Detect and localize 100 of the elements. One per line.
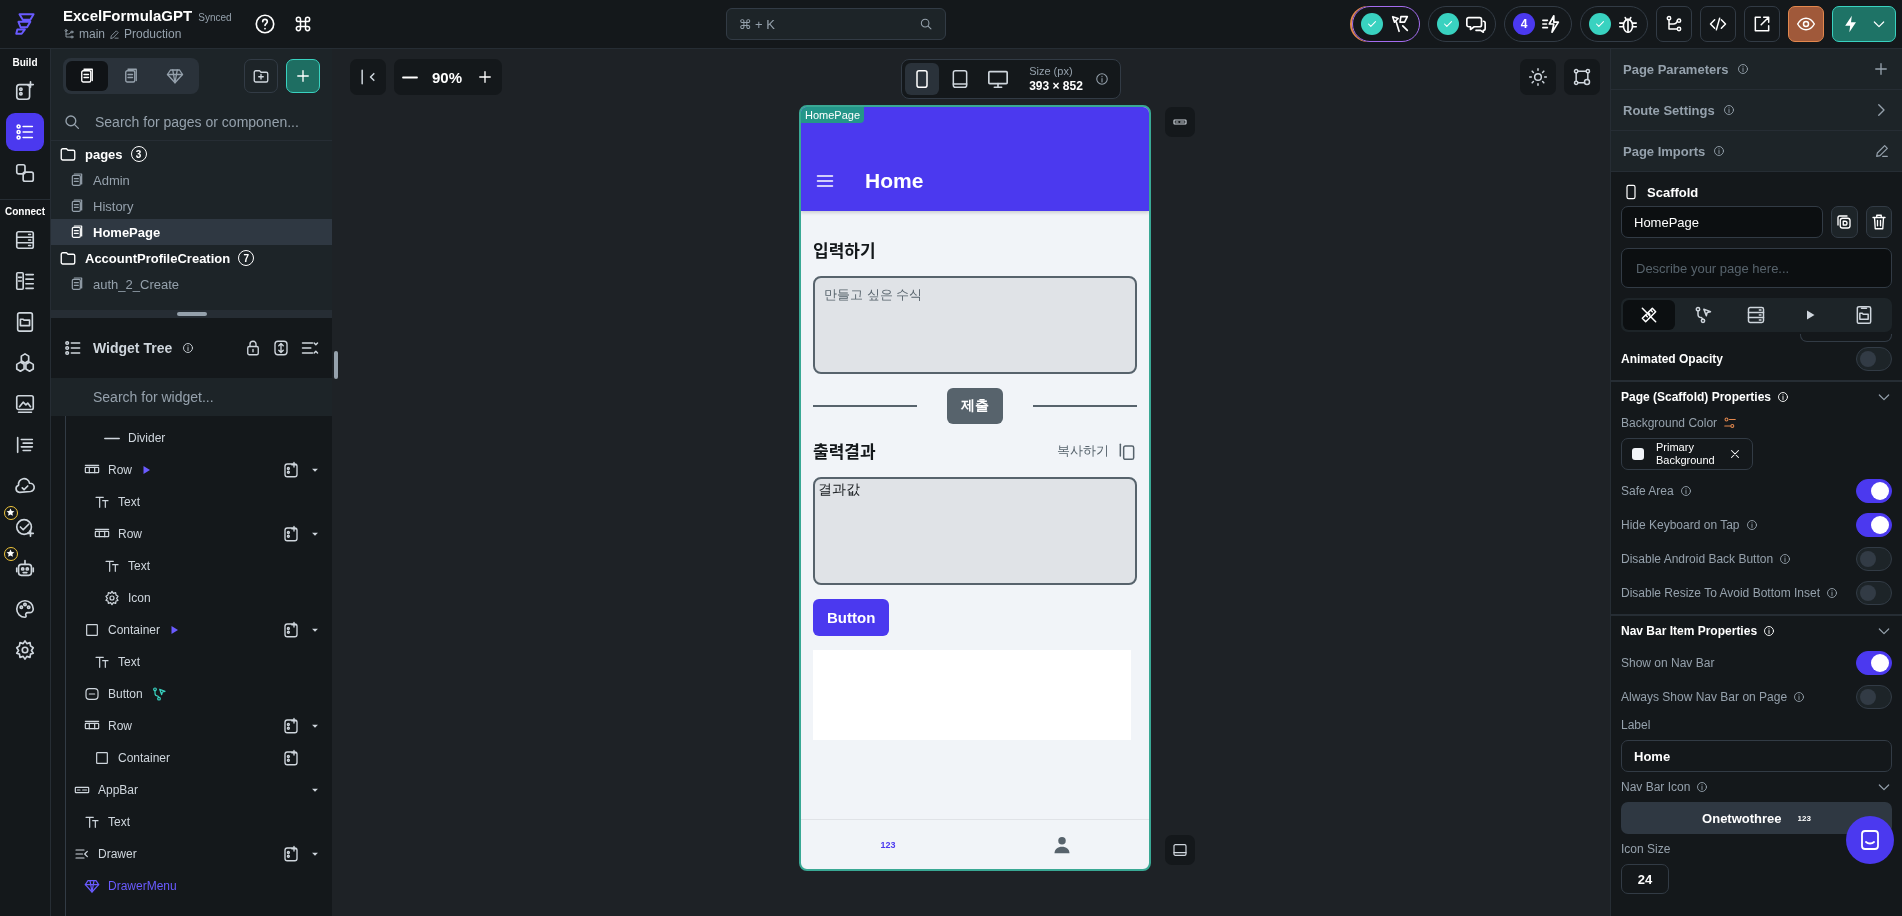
page-item[interactable]: HomePage	[51, 219, 332, 245]
page-tag: HomePage	[801, 107, 865, 123]
tree-item[interactable]: Text	[118, 655, 140, 669]
tree-item[interactable]: Text	[118, 495, 140, 509]
tree-item[interactable]: DrawerMenu	[108, 879, 177, 893]
container-icon	[84, 622, 100, 638]
add-button[interactable]	[286, 59, 320, 93]
text-icon	[94, 654, 110, 670]
description-field[interactable]: Describe your page here...	[1621, 248, 1892, 288]
project-name: ExcelFormulaGPT	[63, 7, 193, 24]
preview-button[interactable]	[1788, 6, 1824, 42]
image-icon	[14, 393, 36, 415]
info-icon	[1713, 145, 1726, 157]
toggle-switch[interactable]	[1856, 479, 1892, 503]
tree-item[interactable]: Text	[108, 815, 130, 829]
tree-item[interactable]: Container	[118, 751, 171, 765]
action-flow-icon	[150, 686, 167, 702]
info-icon	[1722, 104, 1735, 116]
page-item[interactable]: auth_2_Create	[51, 271, 332, 297]
drawer-icon	[74, 846, 90, 862]
plus-icon	[1872, 60, 1890, 78]
tree-item[interactable]: Text	[128, 559, 150, 573]
toggle-switch[interactable]	[1856, 581, 1892, 605]
toggle-switch[interactable]	[1856, 547, 1892, 571]
folder-label[interactable]: pages	[85, 146, 123, 162]
toggle-switch[interactable]	[1856, 651, 1892, 675]
toggle-switch[interactable]	[1856, 347, 1892, 371]
tree-item[interactable]: Button	[108, 687, 143, 701]
section-title[interactable]: Page Imports	[1623, 143, 1706, 159]
gem-icon	[166, 67, 184, 85]
command-search[interactable]: ⌘ + K	[725, 8, 946, 40]
minus-icon	[402, 75, 418, 79]
tree-item[interactable]: Container	[108, 623, 161, 637]
section-title[interactable]: Route Settings	[1623, 102, 1715, 118]
name-field[interactable]: HomePage	[1621, 206, 1823, 238]
run-button[interactable]	[1832, 6, 1896, 42]
panel-tab[interactable]	[66, 61, 108, 91]
search-field[interactable]: Search for pages or componen...	[93, 102, 320, 141]
icon-picker-button[interactable]: Onetwothree 123	[1621, 802, 1892, 834]
appbar-toggle-button[interactable]	[1165, 107, 1195, 137]
branch-icon	[63, 28, 75, 40]
submit-button[interactable]: 제출	[947, 388, 1003, 424]
tree-item[interactable]: Row	[108, 719, 132, 733]
copy-button[interactable]: 복사하기	[1057, 440, 1137, 461]
info-icon	[1745, 519, 1758, 531]
formula-input[interactable]: 만들고 싶은 수식	[813, 276, 1137, 374]
add-child-icon	[282, 717, 300, 735]
pages-icon	[122, 67, 140, 85]
collapse-icon	[358, 67, 378, 87]
add-page-icon	[14, 80, 36, 102]
icon-size-field[interactable]: 24	[1621, 864, 1669, 894]
chat-button[interactable]	[1846, 816, 1894, 864]
phone-icon	[1623, 184, 1639, 200]
label-field[interactable]: Home	[1621, 740, 1892, 772]
page-item[interactable]: History	[51, 193, 332, 219]
theme-button[interactable]	[1520, 59, 1556, 95]
add-child-icon	[282, 749, 300, 767]
text-list-icon	[14, 434, 36, 456]
external-link-icon	[1752, 14, 1772, 34]
section-title: Page (Scaffold) Properties	[1621, 390, 1772, 404]
duplicate-button[interactable]	[1831, 206, 1858, 238]
tree-item[interactable]: Row	[118, 527, 142, 541]
properties-tab[interactable]	[1623, 300, 1675, 330]
primary-button[interactable]: Button	[813, 599, 890, 636]
graph-button[interactable]	[1564, 59, 1600, 95]
help-icon	[254, 13, 276, 35]
section-title[interactable]: Page Parameters	[1623, 61, 1729, 77]
branch-button[interactable]	[1656, 6, 1692, 42]
collapse-button[interactable]	[350, 59, 386, 95]
search-field[interactable]: Search for widget...	[51, 378, 332, 416]
open-external-button[interactable]	[1744, 6, 1780, 42]
section-title: Nav Bar Item Properties	[1621, 624, 1758, 638]
navbar-toggle-button[interactable]	[1165, 835, 1195, 865]
resize-handle[interactable]	[334, 351, 338, 379]
new-folder-button[interactable]	[244, 59, 278, 93]
folder-label[interactable]: AccountProfileCreation	[85, 250, 231, 266]
folder-icon	[59, 145, 77, 163]
nav-item[interactable]: 123	[876, 839, 900, 850]
page-item[interactable]: Admin	[51, 167, 332, 193]
zoom-out-button[interactable]	[402, 75, 418, 79]
tree-list-icon	[63, 338, 83, 358]
test-add-icon	[14, 516, 36, 538]
zoom-level: 90%	[431, 68, 464, 86]
scroll-handle[interactable]	[176, 312, 207, 316]
delete-button[interactable]	[1865, 206, 1892, 238]
tree-item[interactable]: Icon	[128, 591, 151, 605]
code-button[interactable]	[1700, 6, 1736, 42]
device-button[interactable]	[905, 63, 940, 95]
eye-icon	[1796, 14, 1816, 34]
tree-item[interactable]: Drawer	[98, 847, 137, 861]
tree-item[interactable]: AppBar	[98, 783, 139, 797]
toggle-switch[interactable]	[1856, 513, 1892, 537]
button-widget-icon	[84, 686, 100, 702]
tree-item[interactable]: Row	[108, 463, 132, 477]
rail-button[interactable]	[6, 113, 44, 151]
tree-item[interactable]: Divider	[128, 431, 166, 445]
color-chip[interactable]: Primary Background	[1621, 438, 1753, 470]
toggle-switch[interactable]	[1856, 685, 1892, 709]
result-box: 결과값	[813, 477, 1137, 585]
command-icon	[293, 14, 313, 34]
